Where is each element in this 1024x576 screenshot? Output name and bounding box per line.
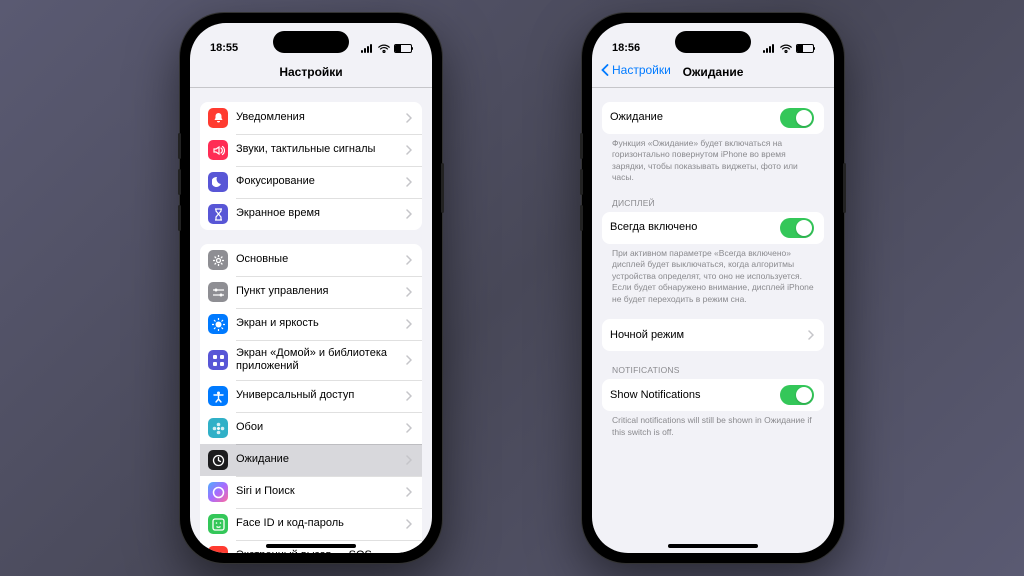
row-label: Фокусирование bbox=[236, 175, 406, 188]
row-label: Экран и яркость bbox=[236, 317, 406, 330]
flower-icon bbox=[208, 418, 228, 438]
row-label: Основные bbox=[236, 253, 406, 266]
sun-icon bbox=[208, 314, 228, 334]
row-label: Ожидание bbox=[236, 453, 406, 466]
gear-icon bbox=[208, 250, 228, 270]
row-label: Универсальный доступ bbox=[236, 389, 406, 402]
home-indicator[interactable] bbox=[668, 544, 758, 548]
settings-row[interactable]: Face ID и код-пароль bbox=[200, 508, 422, 540]
bell-icon bbox=[208, 108, 228, 128]
always-on-toggle[interactable] bbox=[780, 218, 814, 238]
chevron-right-icon bbox=[406, 391, 412, 401]
settings-row[interactable]: Уведомления bbox=[200, 102, 422, 134]
show-notifications-label: Show Notifications bbox=[610, 389, 780, 402]
cellular-icon bbox=[361, 44, 374, 53]
home-indicator[interactable] bbox=[266, 544, 356, 548]
back-button[interactable]: Настройки bbox=[600, 63, 671, 77]
always-on-footer: При активном параметре «Всегда включено»… bbox=[602, 244, 824, 305]
row-label: Обои bbox=[236, 421, 406, 434]
chevron-right-icon bbox=[406, 319, 412, 329]
chevron-right-icon bbox=[406, 255, 412, 265]
access-icon bbox=[208, 386, 228, 406]
night-mode-row[interactable]: Ночной режим bbox=[602, 319, 824, 351]
chevron-right-icon bbox=[406, 487, 412, 497]
faceid-icon bbox=[208, 514, 228, 534]
page-title: Настройки bbox=[202, 65, 420, 79]
hourglass-icon bbox=[208, 204, 228, 224]
nav-bar: Настройки Ожидание bbox=[592, 63, 834, 88]
settings-row[interactable]: Фокусирование bbox=[200, 166, 422, 198]
chevron-right-icon bbox=[406, 145, 412, 155]
row-label: Экран «Домой» и библиотека приложений bbox=[236, 347, 406, 373]
settings-row[interactable]: Экранное время bbox=[200, 198, 422, 230]
chevron-right-icon bbox=[406, 551, 412, 553]
settings-row[interactable]: Обои bbox=[200, 412, 422, 444]
wifi-icon bbox=[780, 44, 792, 53]
phone-right: 18:56 Настройки Ожидание Ожидание bbox=[582, 13, 844, 563]
cellular-icon bbox=[763, 44, 776, 53]
moon-icon bbox=[208, 172, 228, 192]
battery-icon bbox=[394, 44, 412, 53]
status-time: 18:55 bbox=[210, 42, 238, 54]
battery-icon bbox=[796, 44, 814, 53]
settings-row[interactable]: Siri и Поиск bbox=[200, 476, 422, 508]
settings-row[interactable]: Экран «Домой» и библиотека приложений bbox=[200, 340, 422, 380]
chevron-right-icon bbox=[406, 355, 412, 365]
settings-row[interactable]: Звуки, тактильные сигналы bbox=[200, 134, 422, 166]
show-notifications-toggle[interactable] bbox=[780, 385, 814, 405]
chevron-right-icon bbox=[406, 209, 412, 219]
notifications-footer: Critical notifications will still be sho… bbox=[602, 411, 824, 438]
chevron-left-icon bbox=[600, 64, 610, 76]
settings-row[interactable]: Ожидание bbox=[200, 444, 422, 476]
status-time: 18:56 bbox=[612, 42, 640, 54]
settings-row[interactable]: Основные bbox=[200, 244, 422, 276]
notifications-header: NOTIFICATIONS bbox=[602, 365, 824, 379]
chevron-right-icon bbox=[406, 177, 412, 187]
speaker-icon bbox=[208, 140, 228, 160]
row-label: Siri и Поиск bbox=[236, 485, 406, 498]
settings-row[interactable]: Универсальный доступ bbox=[200, 380, 422, 412]
row-label: Уведомления bbox=[236, 111, 406, 124]
clock-icon bbox=[208, 450, 228, 470]
night-mode-label: Ночной режим bbox=[610, 329, 808, 342]
row-label: Экстренный вызов — SOS bbox=[236, 549, 406, 553]
settings-row[interactable]: Пункт управления bbox=[200, 276, 422, 308]
row-label: Пункт управления bbox=[236, 285, 406, 298]
siri-icon bbox=[208, 482, 228, 502]
wifi-icon bbox=[378, 44, 390, 53]
standby-settings[interactable]: Ожидание Функция «Ожидание» будет включа… bbox=[592, 88, 834, 553]
chevron-right-icon bbox=[406, 455, 412, 465]
settings-row[interactable]: Экран и яркость bbox=[200, 308, 422, 340]
chevron-right-icon bbox=[406, 519, 412, 529]
row-label: Face ID и код-пароль bbox=[236, 517, 406, 530]
back-label: Настройки bbox=[612, 63, 671, 77]
settings-list[interactable]: Уведомления Звуки, тактильные сигналы Фоку… bbox=[190, 88, 432, 553]
phone-left: 18:55 Настройки Уведомления Звуки, тактил… bbox=[180, 13, 442, 563]
display-header: ДИСПЛЕЙ bbox=[602, 198, 824, 212]
standby-toggle[interactable] bbox=[780, 108, 814, 128]
dynamic-island bbox=[675, 31, 751, 53]
chevron-right-icon bbox=[406, 287, 412, 297]
standby-footer: Функция «Ожидание» будет включаться на г… bbox=[602, 134, 824, 184]
sliders-icon bbox=[208, 282, 228, 302]
row-label: Экранное время bbox=[236, 207, 406, 220]
always-on-row[interactable]: Всегда включено bbox=[602, 212, 824, 244]
sos-icon bbox=[208, 546, 228, 553]
chevron-right-icon bbox=[406, 423, 412, 433]
standby-row[interactable]: Ожидание bbox=[602, 102, 824, 134]
chevron-right-icon bbox=[406, 113, 412, 123]
show-notifications-row[interactable]: Show Notifications bbox=[602, 379, 824, 411]
standby-label: Ожидание bbox=[610, 111, 780, 124]
row-label: Звуки, тактильные сигналы bbox=[236, 143, 406, 156]
nav-bar: Настройки bbox=[190, 63, 432, 88]
grid-icon bbox=[208, 350, 228, 370]
chevron-right-icon bbox=[808, 330, 814, 340]
always-on-label: Всегда включено bbox=[610, 221, 780, 234]
dynamic-island bbox=[273, 31, 349, 53]
